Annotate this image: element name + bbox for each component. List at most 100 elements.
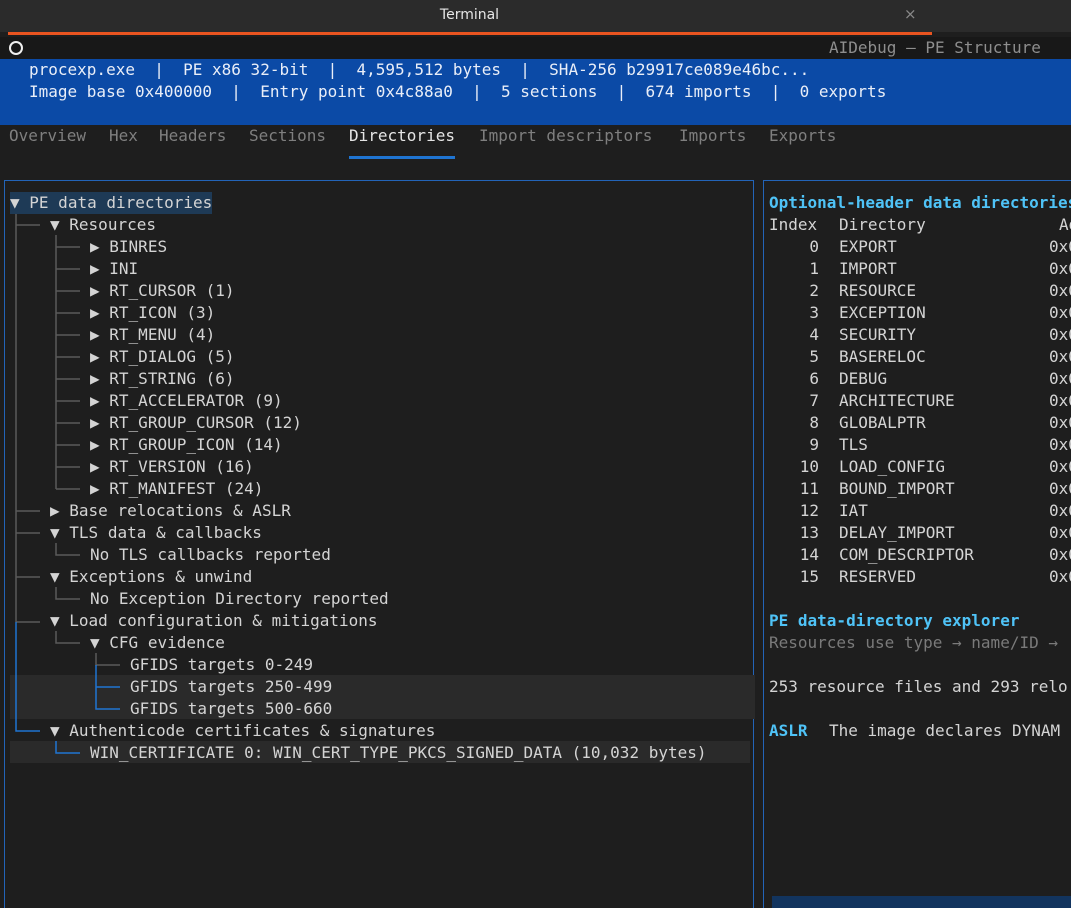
tree-node-label: TLS data & callbacks bbox=[69, 523, 262, 542]
collapsed-triangle-icon: ▶ bbox=[90, 237, 100, 256]
collapsed-triangle-icon: ▶ bbox=[90, 259, 100, 278]
tab-imports[interactable]: Imports bbox=[679, 125, 746, 159]
tree-node-resource-type[interactable]: ▶ INI bbox=[90, 258, 138, 280]
directory-name: ARCHITECTURE bbox=[839, 391, 955, 410]
tree-leaf-gfids[interactable]: GFIDS targets 0-249 bbox=[130, 654, 313, 676]
aslr-text: The image declares DYNAM bbox=[829, 721, 1061, 740]
tree-node-resource-type[interactable]: ▶ RT_STRING (6) bbox=[90, 368, 235, 390]
tree-leaf-tls-info[interactable]: No TLS callbacks reported bbox=[90, 544, 331, 566]
tree-node-resource-type[interactable]: ▶ RT_MANIFEST (24) bbox=[90, 478, 263, 500]
tree-node-resource-type[interactable]: ▶ RT_VERSION (16) bbox=[90, 456, 254, 478]
tab-directories[interactable]: Directories bbox=[349, 125, 455, 159]
table-row[interactable]: 12 IAT 0x0 bbox=[764, 500, 1071, 522]
table-row[interactable]: 9 TLS 0x0 bbox=[764, 434, 1071, 456]
tab-hex[interactable]: Hex bbox=[109, 125, 138, 159]
directory-index: 7 bbox=[809, 391, 819, 410]
collapsed-triangle-icon: ▶ bbox=[90, 479, 100, 498]
directory-index: 8 bbox=[809, 413, 819, 432]
tree-node-resources[interactable]: ▼ Resources bbox=[50, 214, 156, 236]
table-row[interactable]: 8 GLOBALPTR 0x0 bbox=[764, 412, 1071, 434]
tree-node-cfg-evidence[interactable]: ▼ CFG evidence bbox=[90, 632, 225, 654]
collapsed-triangle-icon: ▶ bbox=[90, 391, 100, 410]
tree-node-label: Base relocations & ASLR bbox=[69, 501, 291, 520]
table-row[interactable]: 11 BOUND_IMPORT 0x0 bbox=[764, 478, 1071, 500]
directory-name: BOUND_IMPORT bbox=[839, 479, 955, 498]
tab-overview[interactable]: Overview bbox=[9, 125, 86, 159]
table-row[interactable]: 7 ARCHITECTURE 0x0 bbox=[764, 390, 1071, 412]
tree-node-label: INI bbox=[109, 259, 139, 278]
tree-node-label: Exceptions & unwind bbox=[69, 567, 253, 586]
directory-address: 0x0 bbox=[1049, 369, 1071, 388]
app-header: AIDebug — PE Structure bbox=[0, 37, 1071, 59]
directory-address: 0x0 bbox=[1049, 303, 1071, 322]
directory-address: 0x0 bbox=[1049, 567, 1071, 586]
tree-node-resource-type[interactable]: ▶ RT_GROUP_ICON (14) bbox=[90, 434, 283, 456]
tree-node-exceptions[interactable]: ▼ Exceptions & unwind bbox=[50, 566, 252, 588]
tree-node-label: Authenticode certificates & signatures bbox=[69, 721, 436, 740]
tab-import-descriptors[interactable]: Import descriptors bbox=[479, 125, 652, 159]
tree-node-root[interactable]: ▼ PE data directories bbox=[10, 192, 213, 214]
directory-index: 0 bbox=[809, 237, 819, 256]
tree-node-label: RT_ACCELERATOR (9) bbox=[109, 391, 283, 410]
tree-node-load-config[interactable]: ▼ Load configuration & mitigations bbox=[50, 610, 378, 632]
tree-leaf-gfids[interactable]: GFIDS targets 250-499 bbox=[130, 676, 332, 698]
directory-name: COM_DESCRIPTOR bbox=[839, 545, 974, 564]
expanded-triangle-icon: ▼ bbox=[90, 633, 100, 652]
resource-summary: 253 resource files and 293 relo bbox=[769, 677, 1068, 696]
table-row[interactable]: 3 EXCEPTION 0x0 bbox=[764, 302, 1071, 324]
directory-address: 0x0 bbox=[1049, 479, 1071, 498]
table-row[interactable]: 4 SECURITY 0x0 bbox=[764, 324, 1071, 346]
directory-index: 5 bbox=[809, 347, 819, 366]
tree-node-tls[interactable]: ▼ TLS data & callbacks bbox=[50, 522, 262, 544]
tree-leaf-certificate[interactable]: WIN_CERTIFICATE 0: WIN_CERT_TYPE_PKCS_SI… bbox=[90, 742, 707, 764]
directory-index: 6 bbox=[809, 369, 819, 388]
explorer-hint: Resources use type → name/ID → bbox=[769, 633, 1058, 652]
tree-node-authenticode[interactable]: ▼ Authenticode certificates & signatures bbox=[50, 720, 435, 742]
directory-address: 0x0 bbox=[1049, 457, 1071, 476]
panel-scroll-bar[interactable] bbox=[772, 896, 1071, 908]
expanded-triangle-icon: ▼ bbox=[50, 567, 60, 586]
directory-details-panel[interactable]: Optional-header data directories Index D… bbox=[763, 180, 1071, 908]
file-info-line-1: procexp.exe | PE x86 32-bit | 4,595,512 … bbox=[29, 60, 810, 79]
table-row[interactable]: 15 RESERVED 0x0 bbox=[764, 566, 1071, 588]
directory-address: 0x0 bbox=[1049, 523, 1071, 542]
collapsed-triangle-icon: ▶ bbox=[50, 501, 60, 520]
column-header-directory: Directory bbox=[839, 215, 926, 234]
app-title: AIDebug — PE Structure bbox=[829, 38, 1041, 57]
directory-index: 2 bbox=[809, 281, 819, 300]
column-header-index: Index bbox=[769, 215, 818, 234]
directory-name: BASERELOC bbox=[839, 347, 926, 366]
tree-node-label: RT_MANIFEST (24) bbox=[109, 479, 264, 498]
table-row[interactable]: 13 DELAY_IMPORT 0x0 bbox=[764, 522, 1071, 544]
tree-node-resource-type[interactable]: ▶ RT_ICON (3) bbox=[90, 302, 215, 324]
tab-exports[interactable]: Exports bbox=[769, 125, 836, 159]
table-row[interactable]: 10 LOAD_CONFIG 0x0 bbox=[764, 456, 1071, 478]
directory-address: 0x0 bbox=[1049, 237, 1071, 256]
directory-index: 15 bbox=[799, 567, 819, 586]
table-row[interactable]: 0 EXPORT 0x0 bbox=[764, 236, 1071, 258]
tree-node-base-relocations[interactable]: ▶ Base relocations & ASLR bbox=[50, 500, 291, 522]
tree-node-resource-type[interactable]: ▶ BINRES bbox=[90, 236, 167, 258]
tree-node-resource-type[interactable]: ▶ RT_GROUP_CURSOR (12) bbox=[90, 412, 302, 434]
table-row[interactable]: 14 COM_DESCRIPTOR 0x0 bbox=[764, 544, 1071, 566]
table-row[interactable]: 5 BASERELOC 0x0 bbox=[764, 346, 1071, 368]
tree-node-label: RT_ICON (3) bbox=[109, 303, 216, 322]
table-row[interactable]: 2 RESOURCE 0x0 bbox=[764, 280, 1071, 302]
tree-leaf-exceptions-info[interactable]: No Exception Directory reported bbox=[90, 588, 389, 610]
tree-node-resource-type[interactable]: ▶ RT_ACCELERATOR (9) bbox=[90, 390, 283, 412]
window-titlebar: Terminal × bbox=[0, 0, 1071, 32]
directory-index: 10 bbox=[799, 457, 819, 476]
tree-node-resource-type[interactable]: ▶ RT_CURSOR (1) bbox=[90, 280, 235, 302]
directory-address: 0x0 bbox=[1049, 391, 1071, 410]
tab-sections[interactable]: Sections bbox=[249, 125, 326, 159]
tree-node-resource-type[interactable]: ▶ RT_MENU (4) bbox=[90, 324, 215, 346]
close-icon[interactable]: × bbox=[904, 5, 917, 23]
tree-node-resource-type[interactable]: ▶ RT_DIALOG (5) bbox=[90, 346, 235, 368]
tab-headers[interactable]: Headers bbox=[159, 125, 226, 159]
tree-node-label: PE data directories bbox=[29, 193, 213, 212]
expanded-triangle-icon: ▼ bbox=[10, 193, 20, 212]
directory-tree-panel[interactable]: ▼ PE data directories ▼ Resources ▶ BINR… bbox=[4, 180, 755, 908]
tree-leaf-gfids[interactable]: GFIDS targets 500-660 bbox=[130, 698, 332, 720]
table-row[interactable]: 6 DEBUG 0x0 bbox=[764, 368, 1071, 390]
table-row[interactable]: 1 IMPORT 0x0 bbox=[764, 258, 1071, 280]
